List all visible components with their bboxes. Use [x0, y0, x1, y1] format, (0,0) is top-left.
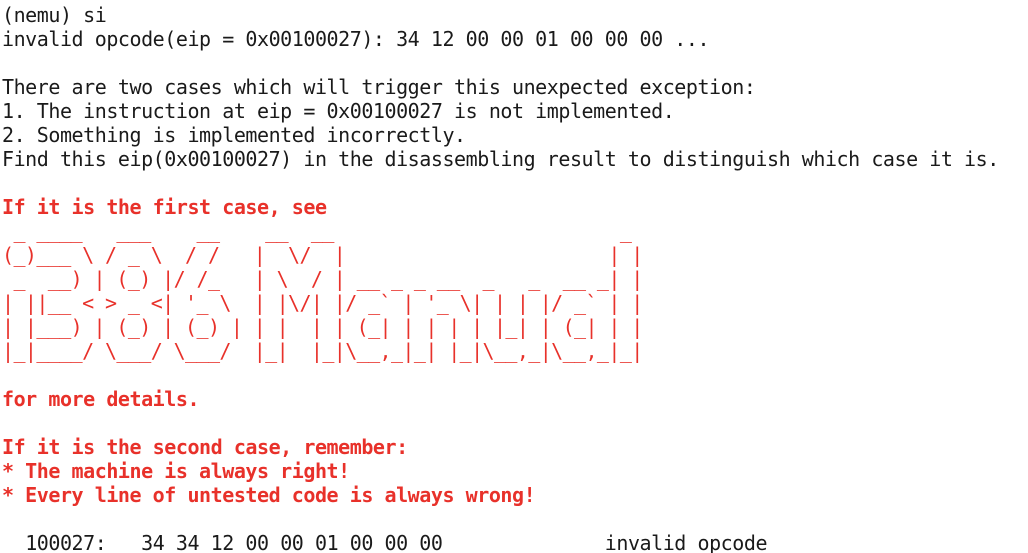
ascii-art-line-2: (_)___ \ / _ \ / / | \/ | | |: [2, 243, 643, 267]
invalid-opcode-line: invalid opcode(eip = 0x00100027): 34 12 …: [2, 27, 710, 51]
disasm-bytes: 34 34 12 00 00 01 00 00 00: [141, 531, 443, 553]
ascii-art-line-4: | ||__ < > _ <| '_ \ | |\/| |/ _` | '_ \…: [2, 291, 643, 315]
find-eip-line: Find this eip(0x00100027) in the disasse…: [2, 147, 999, 171]
disasm-instruction: invalid opcode: [604, 531, 768, 553]
rule-machine-right: * The machine is always right!: [2, 459, 350, 483]
case-two-line: 2. Something is implemented incorrectly.: [2, 123, 466, 147]
terminal-window[interactable]: (nemu) si invalid opcode(eip = 0x0010002…: [0, 0, 1028, 553]
exception-intro-line: There are two cases which will trigger t…: [2, 75, 756, 99]
command-prompt-line: (nemu) si: [2, 3, 107, 27]
first-case-heading: If it is the first case, see: [2, 195, 327, 219]
disasm-address: 100027:: [25, 531, 107, 553]
disassembly-line: 100027: 34 34 12 00 00 01 00 00 00 inval…: [2, 531, 999, 553]
case-one-line: 1. The instruction at eip = 0x00100027 i…: [2, 99, 675, 123]
rule-untested-code: * Every line of untested code is always …: [2, 483, 536, 507]
second-case-heading: If it is the second case, remember:: [2, 435, 408, 459]
ascii-art-line-5: | |___) | (_) | (_) | | | | | (_| | | | …: [2, 315, 643, 339]
ascii-art-line-1: _ ____ ___ __ __ __ _: [2, 219, 643, 243]
more-details-line: for more details.: [2, 387, 200, 411]
ascii-art-line-6: |_|____/ \___/ \___/ |_| |_|\__,_|_| |_|…: [2, 339, 643, 363]
terminal-output: (nemu) si invalid opcode(eip = 0x0010002…: [2, 3, 999, 553]
ascii-art-line-3: _ __) | (_) |/ /_ | \ / | __ _ _ __ _ _ …: [2, 267, 643, 291]
